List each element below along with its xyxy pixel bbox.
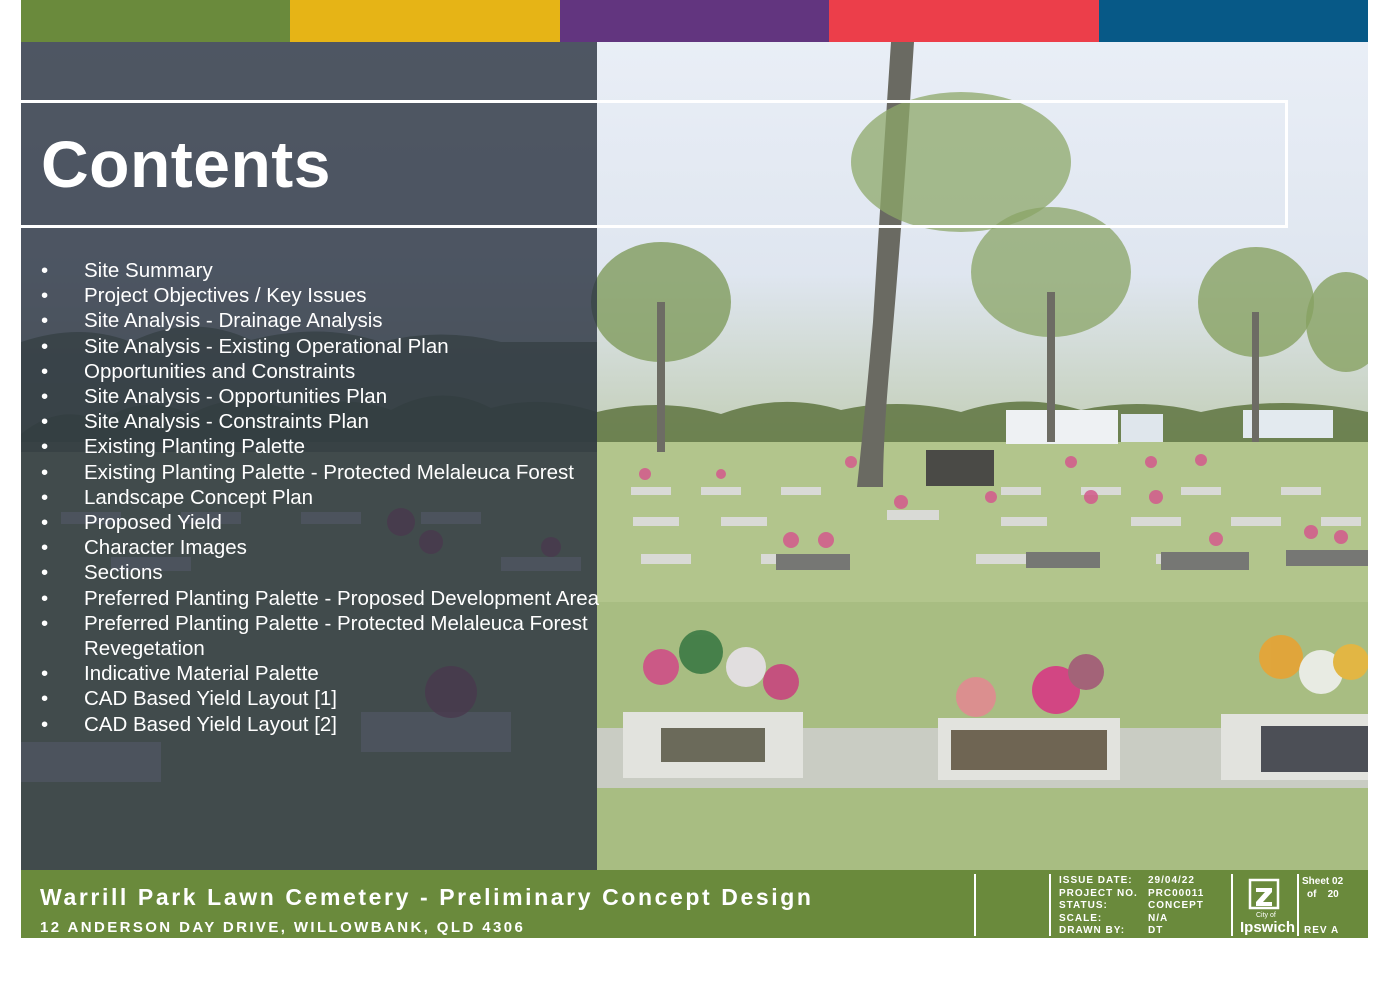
logo-city-of: City of bbox=[1256, 912, 1276, 919]
contents-item-label: Site Analysis - Constraints Plan bbox=[84, 410, 369, 434]
bullet-icon: • bbox=[41, 284, 49, 308]
stripe-red bbox=[829, 0, 1099, 42]
contents-item: • CAD Based Yield Layout [2] bbox=[41, 712, 601, 737]
divider bbox=[1049, 874, 1051, 936]
meta-label: DRAWN BY: bbox=[1059, 925, 1126, 937]
logo-ipswich: Ipswich bbox=[1240, 919, 1296, 936]
bullet-icon: • bbox=[41, 611, 49, 635]
contents-item-label: Existing Planting Palette - Protected Me… bbox=[84, 460, 574, 484]
contents-item: • Existing Planting Palette bbox=[41, 434, 601, 459]
contents-item: • Site Analysis - Existing Operational Pl… bbox=[41, 334, 601, 359]
stripe-green bbox=[21, 0, 291, 42]
sheet-total: 20 bbox=[1327, 889, 1339, 900]
color-stripe-bar bbox=[21, 0, 1369, 42]
contents-item-label: Opportunities and Constraints bbox=[84, 359, 356, 383]
bullet-icon: • bbox=[41, 586, 49, 610]
bullet-icon: • bbox=[41, 359, 49, 383]
bullet-icon: • bbox=[41, 485, 49, 509]
bullet-icon: • bbox=[41, 309, 49, 333]
bullet-icon: • bbox=[41, 662, 49, 686]
sheet-number: Sheet 02 of 20 bbox=[1302, 875, 1362, 901]
stripe-purple bbox=[559, 0, 830, 42]
meta-label: PROJECT NO. bbox=[1059, 887, 1138, 899]
bullet-icon: • bbox=[41, 536, 49, 560]
meta-label: SCALE: bbox=[1059, 912, 1103, 924]
contents-item: • Landscape Concept Plan bbox=[41, 485, 601, 510]
bullet-icon: • bbox=[41, 259, 49, 282]
contents-item: • Preferred Planting Palette - Proposed D… bbox=[41, 586, 601, 611]
contents-item-label: Preferred Planting Palette - Protected M… bbox=[84, 611, 588, 661]
meta-row: STATUS: CONCEPT bbox=[1059, 900, 1229, 913]
contents-item: • Existing Planting Palette - Protected M… bbox=[41, 460, 601, 485]
title-block-footer: Warrill Park Lawn Cemetery - Preliminary… bbox=[21, 870, 1368, 938]
contents-item: • Character Images bbox=[41, 535, 601, 560]
divider bbox=[1231, 874, 1233, 936]
bullet-icon: • bbox=[41, 712, 49, 736]
contents-item-label: Project Objectives / Key Issues bbox=[84, 284, 367, 308]
contents-item: • Project Objectives / Key Issues bbox=[41, 283, 601, 308]
stripe-yellow bbox=[290, 0, 560, 42]
bullet-icon: • bbox=[41, 687, 49, 711]
contents-item: • Site Analysis - Constraints Plan bbox=[41, 409, 601, 434]
divider bbox=[1297, 874, 1299, 936]
bullet-icon: • bbox=[41, 385, 49, 409]
contents-item-label: Indicative Material Palette bbox=[84, 662, 319, 686]
meta-value: N/A bbox=[1148, 912, 1169, 924]
meta-value: 29/04/22 bbox=[1148, 875, 1195, 886]
sheet-no: 02 bbox=[1332, 876, 1344, 887]
contents-item: • Indicative Material Palette bbox=[41, 661, 601, 686]
contents-item-label: Site Analysis - Opportunities Plan bbox=[84, 385, 388, 409]
meta-label: ISSUE DATE: bbox=[1059, 875, 1133, 886]
contents-item-label: CAD Based Yield Layout [1] bbox=[84, 687, 337, 711]
meta-value: DT bbox=[1148, 925, 1164, 937]
contents-item: • Site Summary bbox=[41, 258, 601, 283]
contents-item: • Preferred Planting Palette - Protected … bbox=[41, 611, 601, 661]
divider bbox=[974, 874, 976, 936]
bullet-icon: • bbox=[41, 410, 49, 434]
page-title: Contents bbox=[41, 127, 331, 201]
contents-item: • Site Analysis - Drainage Analysis bbox=[41, 308, 601, 333]
contents-item-label: Site Summary bbox=[84, 259, 213, 282]
revision: REV A bbox=[1304, 925, 1340, 936]
bullet-icon: • bbox=[41, 561, 49, 585]
contents-item-label: Existing Planting Palette bbox=[84, 435, 306, 459]
contents-item-label: Character Images bbox=[84, 536, 247, 560]
contents-item: • Sections bbox=[41, 560, 601, 585]
meta-label: STATUS: bbox=[1059, 900, 1108, 912]
contents-item: • Opportunities and Constraints bbox=[41, 359, 601, 384]
bullet-icon: • bbox=[41, 435, 49, 459]
sheet-of: of bbox=[1307, 889, 1317, 900]
contents-item-label: Proposed Yield bbox=[84, 511, 222, 535]
contents-item: • Site Analysis - Opportunities Plan bbox=[41, 384, 601, 409]
meta-value: CONCEPT bbox=[1148, 900, 1204, 912]
contents-item-label: Preferred Planting Palette - Proposed De… bbox=[84, 586, 600, 610]
stripe-blue bbox=[1098, 0, 1369, 42]
contents-item-label: Site Analysis - Drainage Analysis bbox=[84, 309, 383, 333]
contents-item: • Proposed Yield bbox=[41, 510, 601, 535]
meta-row: SCALE: N/A bbox=[1059, 913, 1229, 926]
contents-item-label: CAD Based Yield Layout [2] bbox=[84, 712, 337, 736]
meta-row: PROJECT NO. PRC00011 bbox=[1059, 888, 1229, 901]
contents-item: • CAD Based Yield Layout [1] bbox=[41, 686, 601, 711]
contents-item-label: Landscape Concept Plan bbox=[84, 485, 314, 509]
project-address: 12 ANDERSON DAY DRIVE, WILLOWBANK, QLD 4… bbox=[40, 919, 526, 936]
meta-value: PRC00011 bbox=[1148, 887, 1205, 899]
meta-row: DRAWN BY: DT bbox=[1059, 925, 1229, 938]
contents-item-label: Site Analysis - Existing Operational Pla… bbox=[84, 334, 449, 358]
bullet-icon: • bbox=[41, 460, 49, 484]
sheet-label: Sheet bbox=[1302, 876, 1330, 887]
bullet-icon: • bbox=[41, 511, 49, 535]
meta-row: ISSUE DATE: 29/04/22 bbox=[1059, 875, 1229, 888]
cemetery-photo: Contents • Site Summary • Project Objective… bbox=[21, 42, 1368, 870]
contents-list: • Site Summary • Project Objectives / Key I… bbox=[41, 258, 601, 737]
city-of-ipswich-logo: City of Ipswich bbox=[1239, 878, 1295, 936]
project-title: Warrill Park Lawn Cemetery - Preliminary… bbox=[40, 884, 814, 910]
contents-item-label: Sections bbox=[84, 561, 163, 585]
issue-metadata: ISSUE DATE: 29/04/22 PROJECT NO. PRC00011 ST… bbox=[1059, 875, 1229, 938]
bullet-icon: • bbox=[41, 334, 49, 358]
